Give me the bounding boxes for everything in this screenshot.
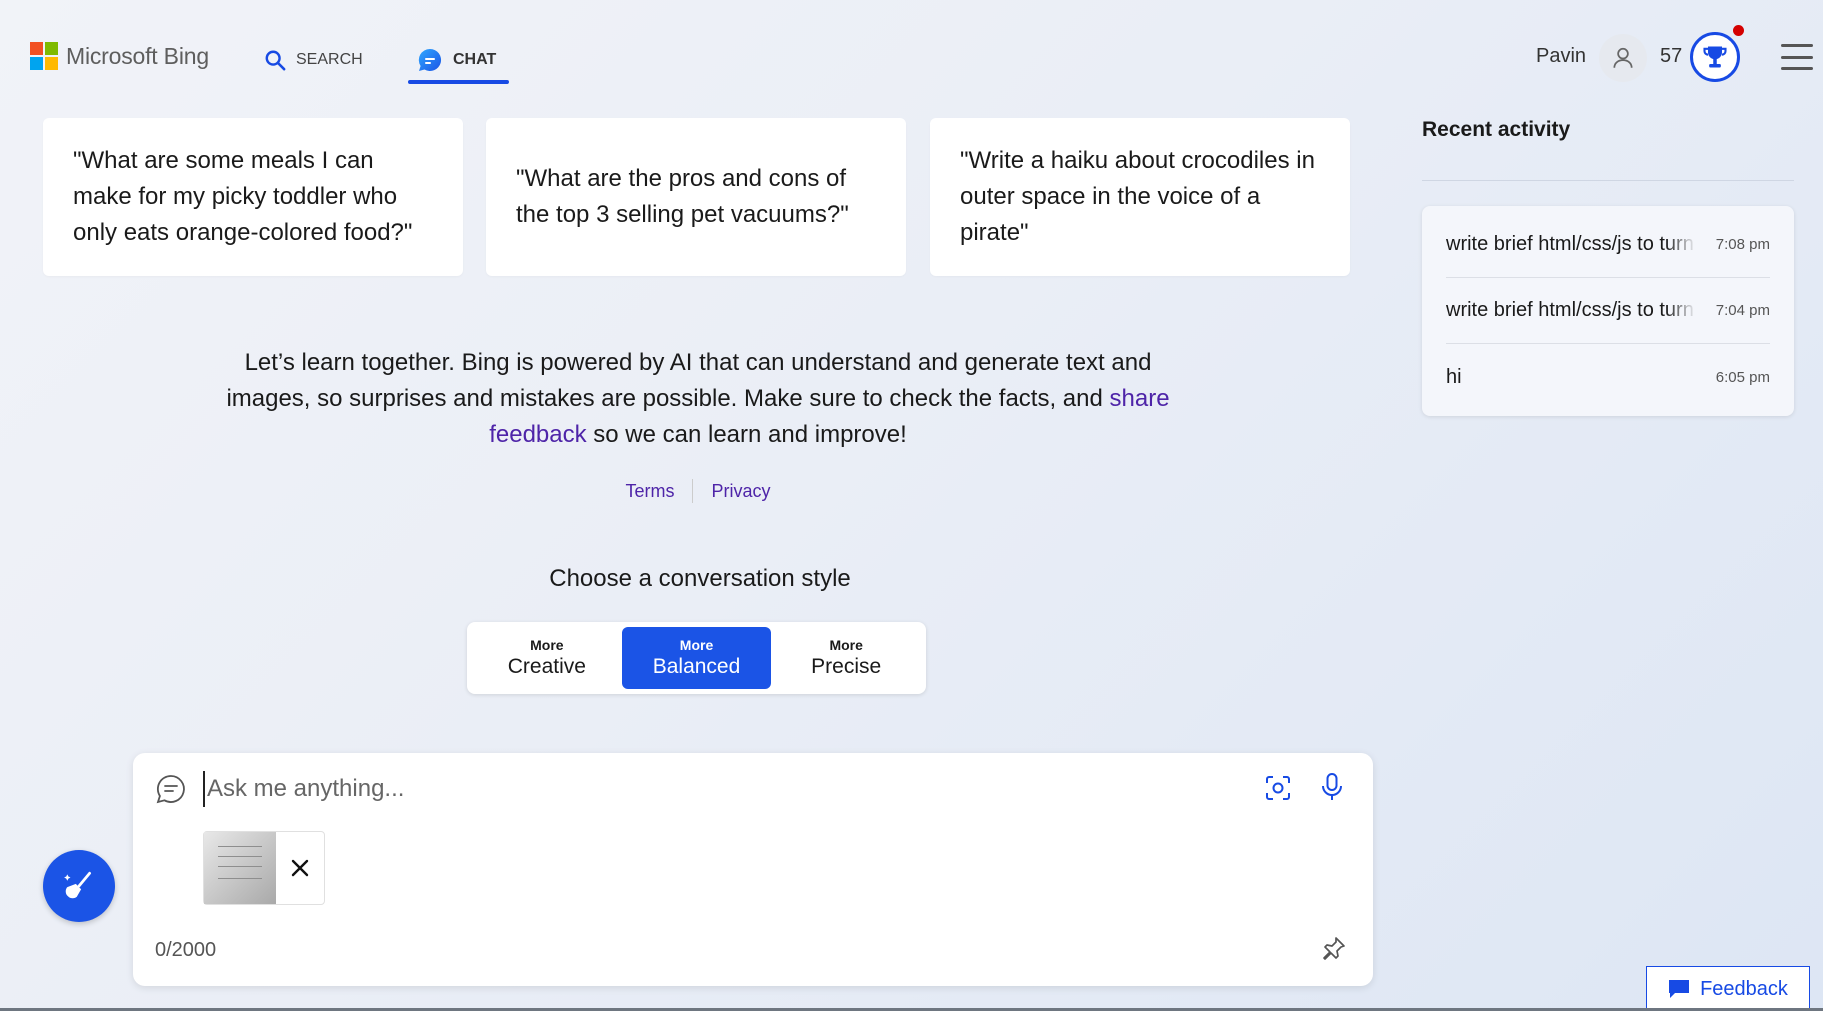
pin-icon[interactable] xyxy=(1319,935,1347,963)
chat-bubble-icon xyxy=(418,48,442,71)
style-creative-button[interactable]: More Creative xyxy=(472,627,622,689)
new-topic-button[interactable] xyxy=(43,850,115,922)
person-icon xyxy=(1613,47,1633,68)
disclaimer-text-end: so we can learn and improve! xyxy=(586,421,907,448)
rewards-button[interactable] xyxy=(1690,32,1740,82)
recent-activity-time: 7:08 pm xyxy=(1715,236,1770,253)
tab-search-label: SEARCH xyxy=(296,51,363,68)
recent-activity-item[interactable]: hi 6:05 pm xyxy=(1446,344,1770,410)
terms-link[interactable]: Terms xyxy=(607,481,692,502)
recent-activity-title: Recent activity xyxy=(1422,118,1571,141)
microphone-icon[interactable] xyxy=(1317,771,1347,803)
style-qualifier: More xyxy=(679,637,714,653)
bing-logo[interactable]: Microsoft Bing xyxy=(30,42,209,70)
recent-activity-item[interactable]: write brief html/css/js to turn 7:04 pm xyxy=(1446,278,1770,344)
chat-input[interactable] xyxy=(203,771,1083,807)
conversation-style-selector: More Creative More Balanced More Precise xyxy=(467,622,926,694)
tab-chat-label: CHAT xyxy=(453,51,497,68)
feedback-button[interactable]: Feedback xyxy=(1646,966,1810,1011)
broom-icon xyxy=(64,871,92,899)
recent-activity-text: write brief html/css/js to turn xyxy=(1446,233,1694,255)
style-label: Balanced xyxy=(652,655,741,678)
notification-dot xyxy=(1733,25,1744,36)
suggestion-text: "Write a haiku about crocodiles in outer… xyxy=(960,147,1315,246)
feedback-label: Feedback xyxy=(1700,977,1788,1000)
visual-search-icon[interactable] xyxy=(1263,773,1293,803)
hamburger-menu-icon[interactable] xyxy=(1781,44,1813,70)
remove-attachment-button[interactable] xyxy=(276,832,324,904)
ai-disclaimer: Let’s learn together. Bing is powered by… xyxy=(200,345,1196,453)
style-balanced-button[interactable]: More Balanced xyxy=(621,627,772,689)
disclaimer-text: Let’s learn together. Bing is powered by… xyxy=(226,349,1152,412)
legal-links: Terms Privacy xyxy=(600,476,796,506)
suggestion-text: "What are the pros and cons of the top 3… xyxy=(516,165,849,228)
image-attachment[interactable] xyxy=(203,831,325,905)
conversation-style-title: Choose a conversation style xyxy=(549,565,851,592)
attachment-thumbnail xyxy=(204,832,276,904)
avatar[interactable] xyxy=(1599,34,1647,82)
privacy-link[interactable]: Privacy xyxy=(693,481,788,502)
reward-points[interactable]: 57 xyxy=(1660,45,1682,68)
style-label: Precise xyxy=(811,655,882,678)
suggestion-card[interactable]: "Write a haiku about crocodiles in outer… xyxy=(930,118,1350,276)
tab-search[interactable]: SEARCH xyxy=(264,36,363,84)
header: Microsoft Bing SEARCH CHAT Pavin 57 xyxy=(0,0,1823,110)
suggestion-card[interactable]: "What are some meals I can make for my p… xyxy=(43,118,463,276)
microsoft-logo-icon xyxy=(30,42,58,70)
tab-chat[interactable]: CHAT xyxy=(417,36,496,84)
active-tab-indicator xyxy=(408,80,509,84)
recent-activity-text: hi xyxy=(1446,365,1462,388)
recent-activity-time: 7:04 pm xyxy=(1715,302,1770,319)
suggestion-card[interactable]: "What are the pros and cons of the top 3… xyxy=(486,118,906,276)
recent-activity-text: write brief html/css/js to turn xyxy=(1446,299,1694,321)
suggestion-text: "What are some meals I can make for my p… xyxy=(73,147,413,246)
chat-icon xyxy=(156,775,185,804)
logo-text: Microsoft Bing xyxy=(66,42,209,69)
recent-activity-item[interactable]: write brief html/css/js to turn 7:08 pm xyxy=(1446,212,1770,278)
close-icon xyxy=(291,859,309,877)
search-icon xyxy=(265,50,286,71)
trophy-icon xyxy=(1703,46,1727,68)
style-label: Creative xyxy=(507,655,586,678)
style-qualifier: More xyxy=(530,637,564,653)
chat-input-box: 0/2000 xyxy=(133,753,1373,986)
user-name[interactable]: Pavin xyxy=(1536,45,1586,68)
character-count: 0/2000 xyxy=(155,939,217,961)
recent-activity-time: 6:05 pm xyxy=(1715,368,1770,386)
style-precise-button[interactable]: More Precise xyxy=(771,627,921,689)
feedback-icon xyxy=(1669,980,1690,998)
style-qualifier: More xyxy=(829,637,863,653)
recent-activity-panel: write brief html/css/js to turn 7:08 pm … xyxy=(1422,206,1794,416)
user-area: Pavin 57 xyxy=(1483,25,1823,86)
divider xyxy=(1422,180,1794,181)
